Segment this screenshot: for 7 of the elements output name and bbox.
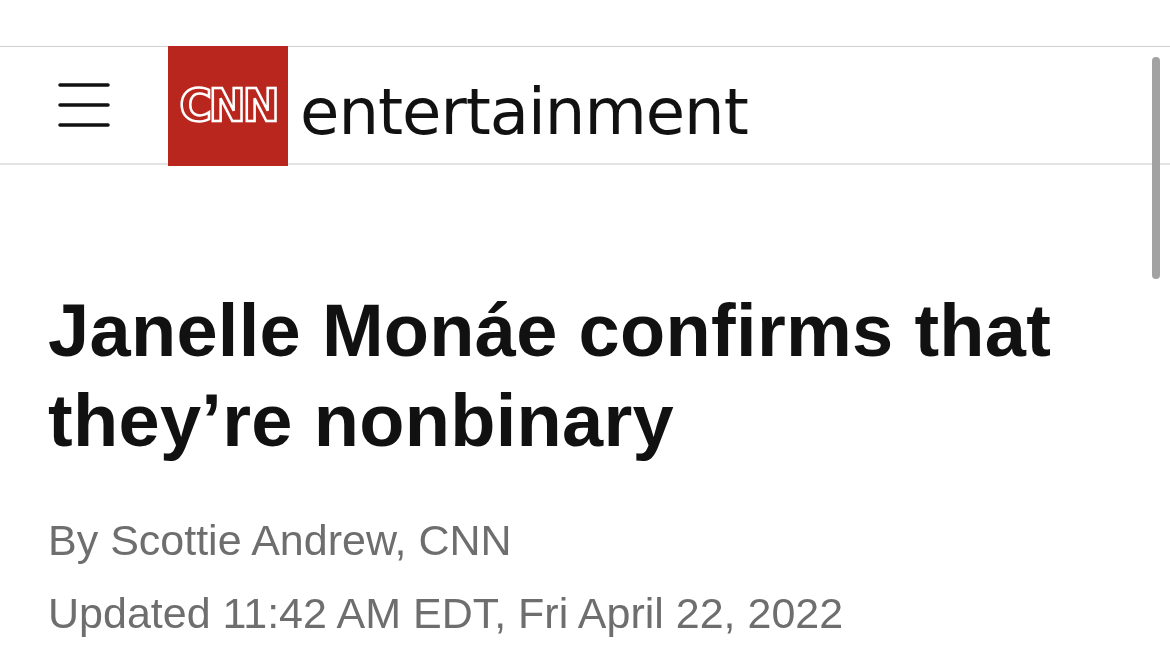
byline: By Scottie Andrew, CNN	[48, 519, 513, 562]
menu-icon[interactable]	[58, 82, 110, 128]
article-headline: Janelle Monáe confirms that they’re nonbinary	[48, 288, 1053, 464]
logo[interactable]: CNN	[168, 46, 288, 166]
timestamp: Updated 11:42 AM EDT, Fri April 22, 2022	[48, 592, 845, 635]
section-title: entertainment	[300, 80, 748, 144]
scrollbar-thumb[interactable]	[1152, 57, 1160, 279]
